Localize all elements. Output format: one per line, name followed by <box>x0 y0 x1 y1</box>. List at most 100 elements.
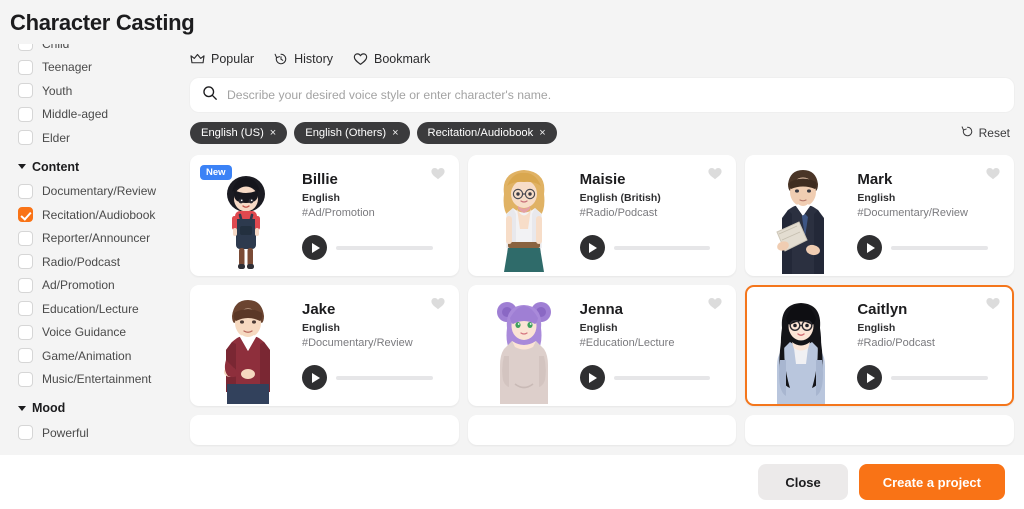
bookmark-heart-icon[interactable] <box>707 166 723 186</box>
avatar <box>747 287 855 404</box>
checkbox-icon[interactable] <box>18 83 33 98</box>
filter-sidebar[interactable]: Child Teenager Youth Middle-aged Elder <box>0 44 182 455</box>
filter-option-reporter-announcer[interactable]: Reporter/Announcer <box>18 227 182 251</box>
play-button[interactable] <box>302 235 327 260</box>
content-tabs: Popular History Bookmark <box>190 52 1024 66</box>
filter-label: Recitation/Audiobook <box>42 208 155 222</box>
character-card-jenna[interactable]: Jenna English #Education/Lecture <box>468 285 737 406</box>
audio-player <box>857 235 1000 274</box>
progress-bar[interactable] <box>891 246 988 250</box>
character-card-jake[interactable]: Jake English #Documentary/Review <box>190 285 459 406</box>
filter-option-middle-aged[interactable]: Middle-aged <box>18 103 182 127</box>
close-icon[interactable]: × <box>270 127 276 139</box>
bookmark-heart-icon[interactable] <box>707 296 723 316</box>
play-button[interactable] <box>857 235 882 260</box>
heart-icon <box>353 52 368 66</box>
progress-bar[interactable] <box>336 246 433 250</box>
filter-option-ad-promotion[interactable]: Ad/Promotion <box>18 274 182 298</box>
checkbox-checked-icon[interactable] <box>18 207 33 222</box>
checkbox-icon[interactable] <box>18 425 33 440</box>
filter-chip-recitation-audiobook[interactable]: Recitation/Audiobook × <box>417 122 557 144</box>
checkbox-icon[interactable] <box>18 254 33 269</box>
character-tag: #Education/Lecture <box>580 337 723 349</box>
checkbox-icon[interactable] <box>18 325 33 340</box>
character-card-mark[interactable]: Mark English #Documentary/Review <box>745 155 1014 276</box>
bookmark-heart-icon[interactable] <box>430 166 446 186</box>
character-name: Jenna <box>580 301 723 318</box>
filter-label: Education/Lecture <box>42 302 139 316</box>
filter-option-recitation-audiobook[interactable]: Recitation/Audiobook <box>18 203 182 227</box>
character-card-billie[interactable]: New <box>190 155 459 276</box>
filter-label: Game/Animation <box>42 349 131 363</box>
play-button[interactable] <box>580 235 605 260</box>
reset-button[interactable]: Reset <box>961 125 1014 141</box>
reset-label: Reset <box>979 126 1010 140</box>
character-card-maisie[interactable]: Maisie English (British) #Radio/Podcast <box>468 155 737 276</box>
close-icon[interactable]: × <box>539 127 545 139</box>
checkbox-icon[interactable] <box>18 60 33 75</box>
bookmark-heart-icon[interactable] <box>430 296 446 316</box>
tab-history[interactable]: History <box>274 52 333 66</box>
filter-option-child[interactable]: Child <box>18 44 182 56</box>
progress-bar[interactable] <box>891 376 988 380</box>
character-tag: #Ad/Promotion <box>302 207 445 219</box>
filter-group-header-mood[interactable]: Mood <box>18 401 182 415</box>
filter-label: Voice Guidance <box>42 325 126 339</box>
character-tag: #Radio/Podcast <box>580 207 723 219</box>
filter-group-header-content[interactable]: Content <box>18 160 182 174</box>
filter-option-teenager[interactable]: Teenager <box>18 56 182 80</box>
filter-option-documentary-review[interactable]: Documentary/Review <box>18 180 182 204</box>
checkbox-icon[interactable] <box>18 301 33 316</box>
progress-bar[interactable] <box>336 376 433 380</box>
checkbox-icon[interactable] <box>18 372 33 387</box>
bookmark-heart-icon[interactable] <box>985 166 1001 186</box>
filter-chip-english-us[interactable]: English (US) × <box>190 122 287 144</box>
filter-option-education-lecture[interactable]: Education/Lecture <box>18 297 182 321</box>
close-icon[interactable]: × <box>392 127 398 139</box>
audio-player <box>580 235 723 274</box>
character-language: English <box>302 192 445 204</box>
bookmark-heart-icon[interactable] <box>985 296 1001 316</box>
filter-label: Music/Entertainment <box>42 372 151 386</box>
checkbox-icon[interactable] <box>18 348 33 363</box>
filter-label: Powerful <box>42 426 89 440</box>
progress-bar[interactable] <box>614 246 711 250</box>
character-card-partial[interactable] <box>190 415 459 445</box>
search-icon <box>202 85 218 106</box>
checkbox-icon[interactable] <box>18 130 33 145</box>
filter-chip-english-others[interactable]: English (Others) × <box>294 122 409 144</box>
play-button[interactable] <box>857 365 882 390</box>
filter-option-elder[interactable]: Elder <box>18 126 182 150</box>
progress-bar[interactable] <box>614 376 711 380</box>
checkbox-icon[interactable] <box>18 278 33 293</box>
filter-group-content: Content Documentary/Review Recitation/Au… <box>18 160 182 392</box>
character-tag: #Documentary/Review <box>857 207 1000 219</box>
search-bar[interactable] <box>190 78 1014 112</box>
audio-player <box>580 365 723 404</box>
close-button[interactable]: Close <box>758 464 847 500</box>
search-input[interactable] <box>227 88 1002 102</box>
tab-popular[interactable]: Popular <box>190 52 254 66</box>
crown-icon <box>190 53 205 66</box>
create-project-button[interactable]: Create a project <box>859 464 1005 500</box>
filter-option-game-animation[interactable]: Game/Animation <box>18 344 182 368</box>
checkbox-icon[interactable] <box>18 44 33 51</box>
history-icon <box>274 52 288 66</box>
chip-label: English (US) <box>201 127 264 139</box>
character-card-partial[interactable] <box>468 415 737 445</box>
avatar <box>747 157 855 274</box>
character-card-caitlyn[interactable]: Caitlyn English #Radio/Podcast <box>745 285 1014 406</box>
filter-option-voice-guidance[interactable]: Voice Guidance <box>18 321 182 345</box>
character-card-partial[interactable] <box>745 415 1014 445</box>
filter-option-radio-podcast[interactable]: Radio/Podcast <box>18 250 182 274</box>
filter-option-music-entertainment[interactable]: Music/Entertainment <box>18 368 182 392</box>
tab-bookmark[interactable]: Bookmark <box>353 52 430 66</box>
checkbox-icon[interactable] <box>18 231 33 246</box>
play-button[interactable] <box>580 365 605 390</box>
checkbox-icon[interactable] <box>18 107 33 122</box>
filter-option-powerful[interactable]: Powerful <box>18 421 182 445</box>
filter-group-mood: Mood Powerful <box>18 401 182 445</box>
checkbox-icon[interactable] <box>18 184 33 199</box>
play-button[interactable] <box>302 365 327 390</box>
filter-option-youth[interactable]: Youth <box>18 79 182 103</box>
